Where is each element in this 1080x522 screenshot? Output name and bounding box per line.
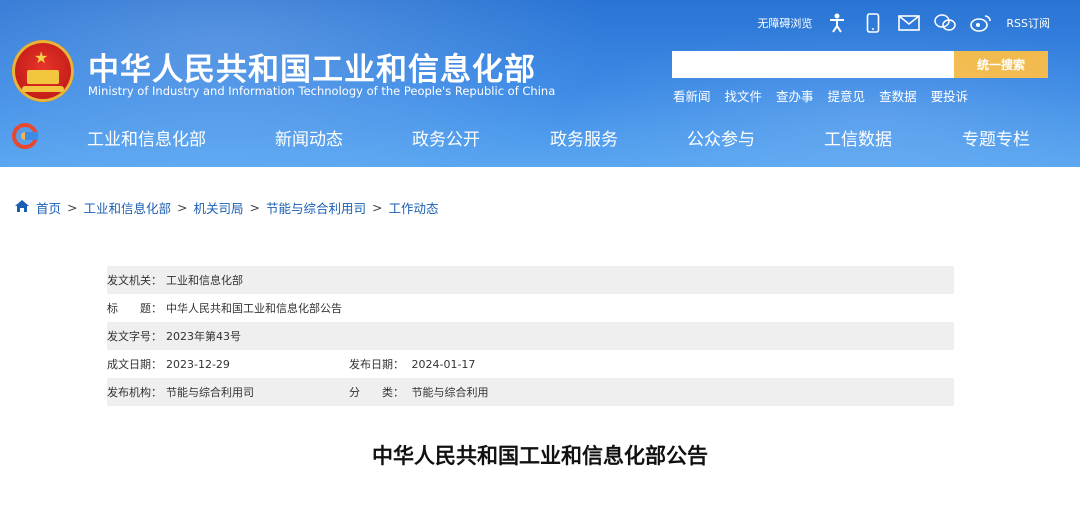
breadcrumb-home[interactable]: 首页 [36, 198, 61, 217]
breadcrumb-separator: > [249, 200, 260, 215]
breadcrumb: 首页 > 工业和信息化部 > 机关司局 > 节能与综合利用司 > 工作动态 [14, 198, 439, 217]
category-group: 分 类： 节能与综合利用 [349, 384, 489, 400]
document-info-table: 发文机关： 工业和信息化部 标 题： 中华人民共和国工业和信息化部公告 发文字号… [107, 266, 954, 406]
quick-link-files[interactable]: 找文件 [725, 86, 763, 105]
weibo-icon[interactable] [970, 12, 992, 34]
published-date-value: 2024-01-17 [411, 358, 476, 371]
nav-item-topics[interactable]: 专题专栏 [962, 125, 1030, 150]
home-icon[interactable] [14, 199, 30, 216]
published-date-label: 发布日期： [349, 358, 404, 371]
mail-icon[interactable] [898, 12, 921, 34]
nav-item-miit[interactable]: 工业和信息化部 [87, 125, 206, 150]
created-date-label: 成文日期： [107, 358, 162, 371]
doc-number-label: 发文字号： [107, 330, 162, 343]
miit-logo-icon[interactable] [12, 123, 38, 149]
published-date-group: 发布日期： 2024-01-17 [349, 356, 475, 372]
quick-link-complaint[interactable]: 要投诉 [931, 86, 969, 105]
nav-item-data[interactable]: 工信数据 [824, 125, 892, 150]
issuer-value: 工业和信息化部 [166, 274, 243, 287]
site-header: ★ 中华人民共和国工业和信息化部 Ministry of Industry an… [0, 0, 1080, 167]
info-row-org: 发布机构： 节能与综合利用司 分 类： 节能与综合利用 [107, 378, 954, 406]
quick-link-services[interactable]: 查办事 [776, 86, 814, 105]
nav-item-news[interactable]: 新闻动态 [275, 125, 343, 150]
accessibility-icon[interactable] [826, 12, 848, 34]
accessibility-link[interactable]: 无障碍浏览 [757, 15, 812, 31]
org-value: 节能与综合利用司 [166, 386, 254, 399]
created-date-value: 2023-12-29 [166, 357, 230, 371]
search-input[interactable] [672, 51, 954, 78]
doc-number-value: 2023年第43号 [166, 330, 241, 343]
site-subtitle-en: Ministry of Industry and Information Tec… [88, 84, 556, 98]
quick-links: 看新闻 找文件 查办事 提意见 查数据 要投诉 [673, 86, 968, 105]
wechat-icon[interactable] [934, 12, 957, 34]
main-nav: 工业和信息化部 新闻动态 政务公开 政务服务 公众参与 工信数据 专题专栏 [0, 117, 1080, 157]
quick-link-feedback[interactable]: 提意见 [828, 86, 866, 105]
breadcrumb-separator: > [177, 200, 188, 215]
quick-link-news[interactable]: 看新闻 [673, 86, 711, 105]
category-value: 节能与综合利用 [411, 386, 489, 399]
quick-link-data[interactable]: 查数据 [879, 86, 917, 105]
document-heading: 中华人民共和国工业和信息化部公告 [372, 444, 708, 468]
issuer-label: 发文机关： [107, 274, 162, 287]
breadcrumb-miit[interactable]: 工业和信息化部 [84, 198, 172, 217]
star-icon: ★ [34, 48, 49, 67]
breadcrumb-departments[interactable]: 机关司局 [194, 198, 244, 217]
nav-item-gov-open[interactable]: 政务公开 [412, 125, 480, 150]
org-label: 发布机构： [107, 386, 162, 399]
mobile-icon[interactable] [862, 12, 884, 34]
search-bar: 统一搜索 [672, 51, 1048, 78]
info-row-dates: 成文日期： 2023-12-29 发布日期： 2024-01-17 [107, 350, 954, 378]
title-label: 标 题： [107, 302, 162, 315]
national-emblem-logo[interactable]: ★ [12, 40, 74, 102]
breadcrumb-separator: > [372, 200, 383, 215]
rss-link[interactable]: RSS订阅 [1006, 15, 1050, 31]
category-label: 分 类： [349, 386, 404, 399]
tiananmen-gate-shape [27, 70, 59, 84]
title-value: 中华人民共和国工业和信息化部公告 [166, 302, 342, 315]
info-row-doc-number: 发文字号： 2023年第43号 [107, 322, 954, 350]
top-utility-bar: 无障碍浏览 RSS订阅 [757, 12, 1050, 34]
site-title[interactable]: 中华人民共和国工业和信息化部 [88, 44, 536, 89]
emblem-base-shape [22, 86, 64, 92]
info-row-title: 标 题： 中华人民共和国工业和信息化部公告 [107, 294, 954, 322]
nav-item-public[interactable]: 公众参与 [687, 125, 755, 150]
breadcrumb-separator: > [67, 200, 78, 215]
breadcrumb-work-news[interactable]: 工作动态 [389, 198, 439, 217]
info-row-issuer: 发文机关： 工业和信息化部 [107, 266, 954, 294]
unified-search-button[interactable]: 统一搜索 [954, 51, 1048, 78]
breadcrumb-energy-dept[interactable]: 节能与综合利用司 [266, 198, 366, 217]
nav-item-gov-service[interactable]: 政务服务 [550, 125, 618, 150]
